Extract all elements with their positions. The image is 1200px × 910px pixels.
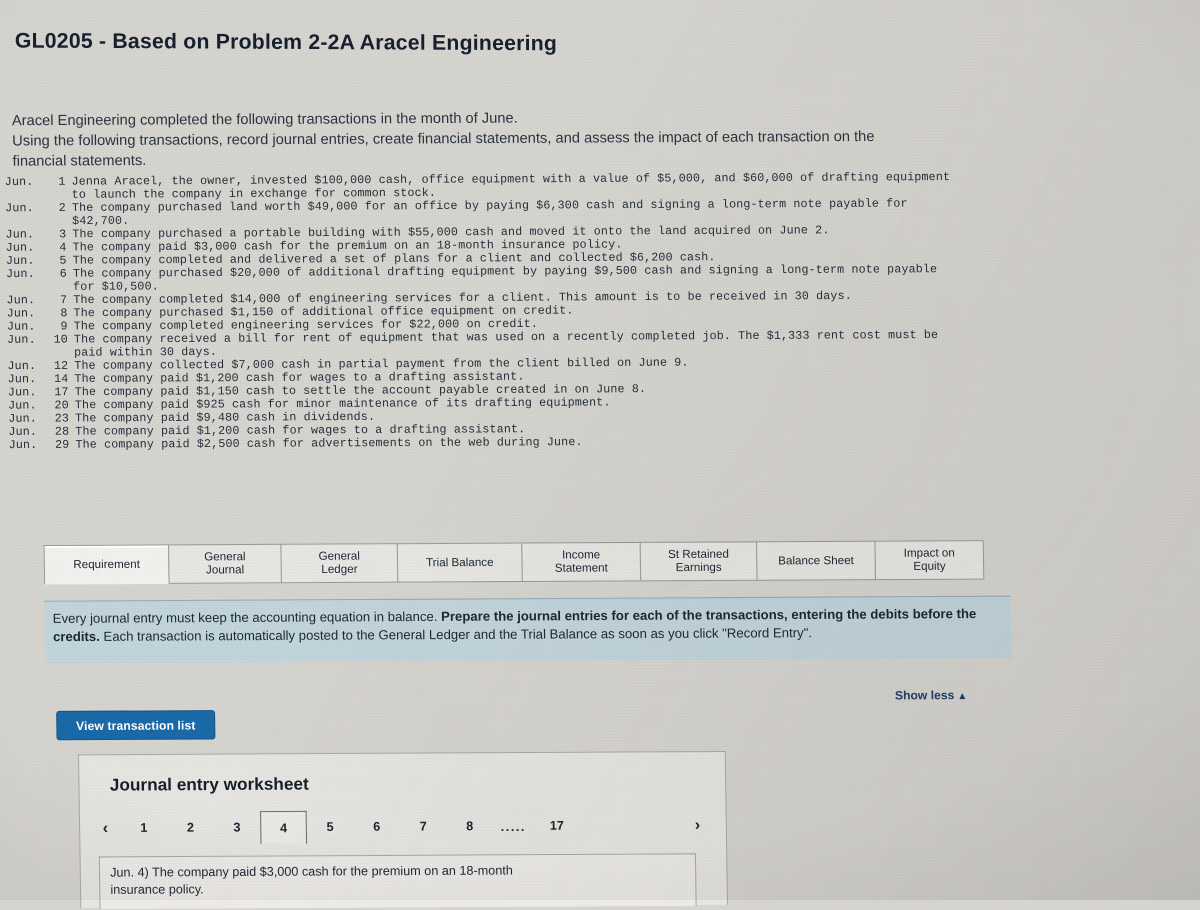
tab-income-statement[interactable]: Income Statement [521, 541, 642, 583]
transaction-number: 1 [58, 175, 66, 189]
instruction-line1-bold: Prepare the journal entries for each of … [440, 606, 788, 624]
pager-page-17[interactable]: 17 [533, 809, 580, 843]
worksheet-title: Journal entry worksheet [109, 774, 309, 795]
instruction-line1-plain: Every journal entry must keep the accoun… [52, 608, 438, 626]
transaction-number: 14 [54, 372, 69, 387]
tab-st-retained-earnings[interactable]: St Retained Earnings [639, 541, 758, 582]
transaction-number: 7 [59, 293, 68, 308]
transaction-date: Jun. [7, 359, 37, 374]
transaction-number: 2 [58, 201, 66, 216]
transaction-number: 8 [60, 307, 68, 321]
transaction-number: 3 [59, 228, 67, 242]
transaction-date: Jun. [7, 333, 36, 347]
journal-entry-worksheet-panel: Journal entry worksheet ‹ 1 2 3 4 5 6 7 8..... 17… [78, 750, 729, 910]
transaction-date: Jun. [4, 175, 34, 190]
view-transaction-list-button[interactable]: View transaction list [56, 710, 216, 741]
page-title: GL0205 - Based on Problem 2-2A Aracel En… [14, 29, 558, 56]
tab-bar: Requirement General Journal General Ledger… [43, 540, 985, 585]
transaction-date: Jun. [6, 294, 36, 308]
tab-general-ledger[interactable]: General Ledger [280, 543, 399, 584]
intro-paragraph: Aracel Engineering completed the followi… [12, 105, 1086, 171]
tab-general-journal[interactable]: General Journal [168, 543, 282, 584]
transaction-date: Jun. [6, 267, 35, 282]
transaction-list: Jun. 1 Jenna Aracel, the owner, invested $… [5, 170, 1200, 452]
worksheet-prompt: Jun. 4) The company paid $3,000 cash for… [98, 853, 697, 910]
instruction-line3-plain: as you click "Record Entry". [650, 624, 813, 641]
worksheet-prompt-line2: insurance policy. [110, 882, 204, 897]
transaction-number: 12 [53, 359, 69, 373]
tab-impact-on-equity[interactable]: Impact on Equity [874, 540, 985, 581]
tab-trial-balance[interactable]: Trial Balance [396, 542, 523, 583]
transaction-number: 28 [54, 425, 70, 439]
tab-requirement[interactable]: Requirement [43, 544, 170, 585]
pager-page-1[interactable]: 1 [120, 812, 167, 846]
transaction-date: Jun. [7, 386, 37, 400]
pager-page-8[interactable]: 8 [446, 810, 493, 844]
instruction-line2-plain: Each transaction is automatically posted… [103, 625, 647, 644]
pager-page-4[interactable]: 4 [260, 810, 308, 845]
transaction-number: 6 [59, 267, 67, 281]
transaction-date: Jun. [8, 438, 38, 453]
tab-balance-sheet[interactable]: Balance Sheet [756, 540, 877, 581]
transaction-number: 29 [54, 438, 70, 452]
transaction-number: 20 [54, 399, 69, 413]
transaction-date: Jun. [5, 254, 35, 268]
instruction-panel: Every journal entry must keep the accoun… [44, 595, 1012, 664]
transaction-date: Jun. [8, 425, 38, 439]
pager-spacer [580, 826, 682, 827]
pager-page-3[interactable]: 3 [213, 811, 260, 845]
pager-next-icon[interactable]: › [682, 816, 713, 834]
transaction-date: Jun. [5, 228, 35, 242]
transaction-date: Jun. [7, 399, 37, 413]
transaction-date: Jun. [7, 373, 37, 387]
transaction-number: 4 [59, 241, 67, 255]
pager-page-6[interactable]: 6 [353, 810, 400, 844]
pager-ellipsis: ..... [500, 819, 526, 834]
worksheet-pager: ‹ 1 2 3 4 5 6 7 8..... 17 › [90, 808, 713, 847]
show-less-label: Show less [894, 688, 955, 703]
show-less-toggle[interactable]: Show less ▲ [894, 688, 968, 703]
transaction-number: 9 [60, 320, 68, 334]
transaction-date: Jun. [5, 241, 35, 255]
transaction-date: Jun. [6, 307, 36, 321]
transaction-date: Jun. [6, 320, 36, 334]
caret-up-icon: ▲ [957, 690, 968, 703]
pager-page-2[interactable]: 2 [167, 811, 214, 845]
transaction-number: 23 [54, 412, 70, 426]
transaction-number: 17 [54, 386, 69, 400]
transaction-date: Jun. [5, 202, 34, 216]
pager-page-7[interactable]: 7 [400, 810, 447, 844]
pager-prev-icon[interactable]: ‹ [90, 819, 121, 837]
transaction-date: Jun. [8, 412, 37, 426]
pager-page-5[interactable]: 5 [307, 811, 354, 845]
transaction-number: 5 [59, 254, 67, 268]
transaction-number: 10 [53, 333, 68, 347]
